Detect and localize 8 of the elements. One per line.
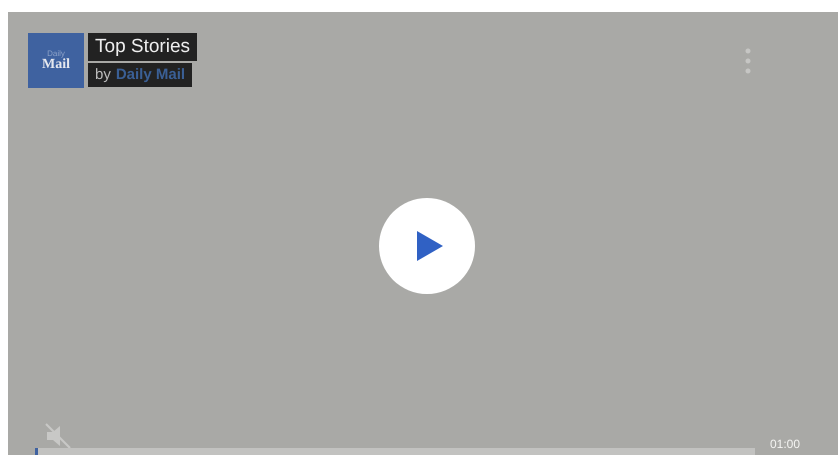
video-title: Top Stories: [88, 33, 198, 61]
byline-prefix: by: [95, 64, 111, 85]
logo-text: Daily: [47, 50, 65, 58]
video-time: 01:00: [770, 436, 800, 453]
logo-text: Mail: [42, 58, 70, 72]
more-options-icon[interactable]: [745, 48, 751, 74]
source-link[interactable]: Daily Mail: [116, 64, 186, 86]
play-icon: [416, 231, 442, 261]
